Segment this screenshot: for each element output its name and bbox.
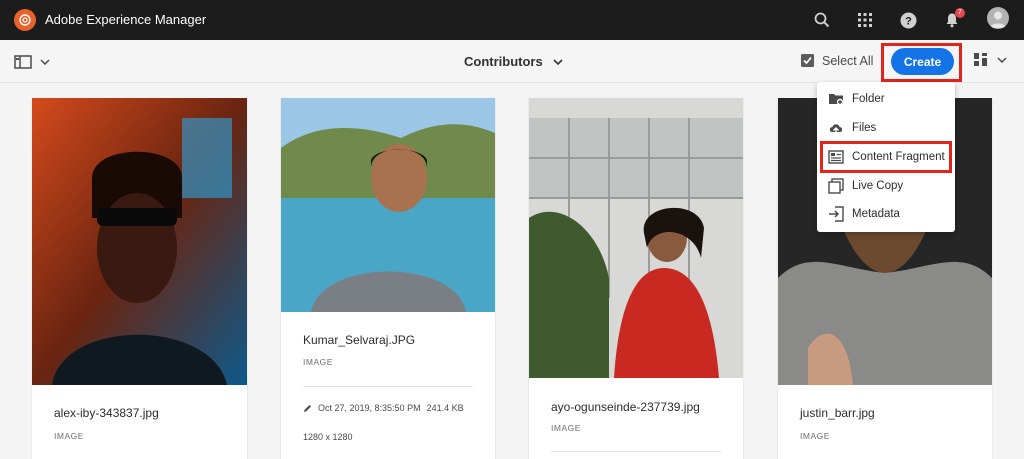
view-switcher[interactable] xyxy=(974,53,1007,67)
app-title[interactable]: Adobe Experience Manager xyxy=(45,12,206,27)
asset-size: 241.4 KB xyxy=(426,403,464,413)
user-avatar[interactable] xyxy=(987,7,1009,29)
asset-type: IMAGE xyxy=(303,357,333,367)
checkbox-select-icon xyxy=(801,54,814,67)
help-icon[interactable]: ? xyxy=(897,9,919,31)
asset-card[interactable]: ayo-ogunseinde-237739.jpg IMAGE xyxy=(529,98,743,459)
aem-logo-icon[interactable] xyxy=(14,9,36,31)
asset-title: Kumar_Selvaraj.JPG xyxy=(303,333,416,347)
select-all-button[interactable]: Select All xyxy=(800,53,873,68)
chevron-down-icon xyxy=(553,58,563,65)
asset-title: alex-iby-343837.jpg xyxy=(54,406,159,420)
asset-card[interactable]: alex-iby-343837.jpg IMAGE xyxy=(32,98,247,459)
asset-type: IMAGE xyxy=(800,431,830,441)
folder-title: Contributors xyxy=(464,54,543,69)
select-all-label: Select All xyxy=(822,53,874,68)
card-view-icon xyxy=(974,53,987,66)
asset-dimensions: 1280 x 1280 xyxy=(303,432,353,442)
rail-toggle-button[interactable] xyxy=(14,53,54,71)
menu-item-label: Folder xyxy=(852,93,885,105)
menu-item-label: Files xyxy=(852,122,877,134)
asset-title: justin_barr.jpg xyxy=(800,406,875,420)
action-bar: Contributors Select All xyxy=(0,40,1024,83)
asset-thumbnail xyxy=(32,98,247,385)
menu-item-label: Live Copy xyxy=(852,180,904,192)
asset-type: IMAGE xyxy=(551,423,581,433)
asset-type: IMAGE xyxy=(54,431,84,441)
asset-card[interactable]: Kumar_Selvaraj.JPG IMAGE Oct 27, 2019, 8… xyxy=(281,98,495,459)
content-fragment-highlight-box xyxy=(820,141,952,173)
card-divider xyxy=(303,386,473,387)
asset-thumbnail xyxy=(281,98,495,312)
asset-title: ayo-ogunseinde-237739.jpg xyxy=(551,400,700,414)
folder-add-icon xyxy=(829,94,844,106)
live-copy-icon xyxy=(828,178,844,194)
create-button[interactable]: Create xyxy=(891,48,954,75)
menu-item-live-copy[interactable]: Live Copy xyxy=(817,172,955,200)
solutions-grid-icon[interactable] xyxy=(854,9,876,31)
rail-icon xyxy=(14,55,32,69)
notification-badge: 7 xyxy=(955,8,965,18)
chevron-down-icon xyxy=(40,59,50,65)
card-divider xyxy=(551,451,721,452)
asset-modified-date: Oct 27, 2019, 8:35:50 PM xyxy=(318,403,421,413)
asset-modified-meta: Oct 27, 2019, 8:35:50 PM 241.4 KB xyxy=(303,403,464,413)
search-icon[interactable] xyxy=(811,9,833,31)
folder-title-dropdown[interactable]: Contributors xyxy=(464,54,563,69)
metadata-import-icon xyxy=(829,206,844,222)
chevron-down-icon xyxy=(997,57,1007,63)
pencil-icon xyxy=(304,404,311,412)
asset-thumbnail xyxy=(529,98,743,378)
menu-item-files[interactable]: Files xyxy=(817,114,955,142)
svg-text:?: ? xyxy=(905,15,912,27)
menu-item-folder[interactable]: Folder xyxy=(817,85,955,113)
menu-item-label: Metadata xyxy=(852,208,900,220)
upload-cloud-icon xyxy=(829,124,843,135)
menu-item-metadata[interactable]: Metadata xyxy=(817,200,955,228)
shell-header: Adobe Experience Manager ? 7 xyxy=(0,0,1024,40)
